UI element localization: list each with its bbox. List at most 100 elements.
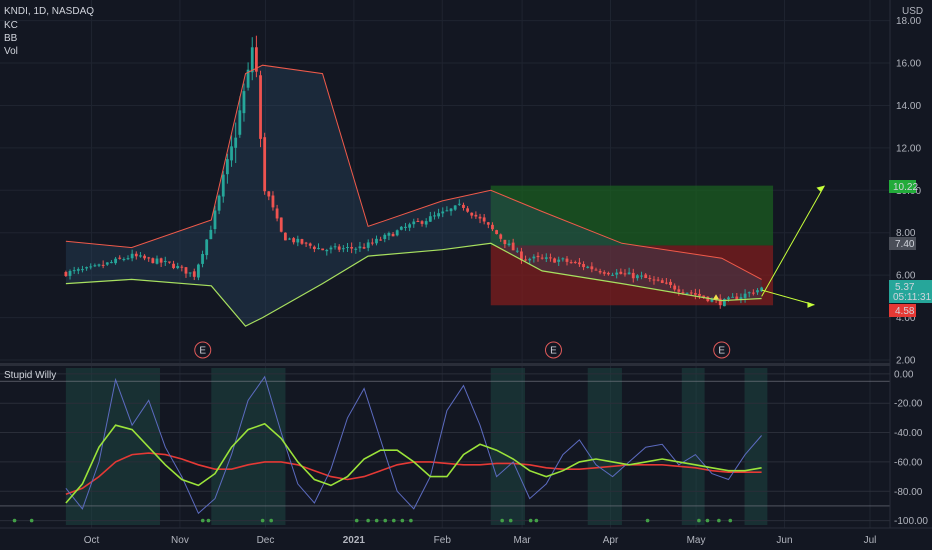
candle-body <box>424 221 428 225</box>
candle-body <box>379 239 383 241</box>
candle-body <box>536 255 540 258</box>
oscillator-tick-label: -100.00 <box>894 516 928 527</box>
candle-body <box>184 267 188 274</box>
candle-body <box>615 272 619 275</box>
candle-body <box>573 261 577 263</box>
oscillator-title[interactable]: Stupid Willy <box>4 370 56 381</box>
candle-body <box>685 292 689 294</box>
candle-body <box>370 242 374 244</box>
candle-body <box>495 230 498 235</box>
candle-body <box>288 238 291 240</box>
time-tick-label: 2021 <box>343 535 366 546</box>
oscillator-signal-dot <box>366 518 370 523</box>
candle-body <box>250 47 254 73</box>
pane-divider[interactable] <box>0 363 890 366</box>
candle-body <box>727 297 730 300</box>
price-tick-label: 16.00 <box>896 59 921 70</box>
candle-body <box>561 258 565 260</box>
candle-body <box>163 260 167 262</box>
candle-body <box>151 258 155 264</box>
candle-body <box>238 110 242 135</box>
oscillator-zone <box>211 368 286 525</box>
candle-body <box>159 258 163 263</box>
candle-body <box>234 137 238 148</box>
oscillator-signal-dot <box>508 518 513 523</box>
candle-body <box>225 159 229 175</box>
candle-body <box>176 266 180 269</box>
oscillator-signal-dot <box>269 518 273 523</box>
candle-body <box>89 266 93 268</box>
candle-body <box>300 239 304 244</box>
oscillator-zone <box>681 368 705 525</box>
candle-body <box>491 224 494 230</box>
price-tick-label: 2.00 <box>896 356 916 367</box>
candle-body <box>731 296 735 298</box>
candle-body <box>209 229 213 240</box>
candle-body <box>503 239 507 245</box>
oscillator-signal-dot <box>29 518 34 523</box>
candle-body <box>590 266 594 270</box>
candle-body <box>449 208 453 212</box>
oscillator-signal-dot <box>374 518 379 523</box>
candle-body <box>341 248 345 250</box>
candle-body <box>428 216 432 222</box>
time-tick-label: Apr <box>603 535 619 546</box>
candle-body <box>267 191 271 197</box>
candle-body <box>172 263 175 269</box>
candle-body <box>528 258 532 261</box>
candle-body <box>337 246 341 250</box>
candle-body <box>325 249 329 252</box>
candle-body <box>399 226 403 230</box>
candle-body <box>602 272 606 274</box>
candle-body <box>114 258 117 264</box>
candle-body <box>586 266 590 268</box>
candle-body <box>648 277 652 279</box>
candle-body <box>230 146 233 161</box>
candle-body <box>197 264 200 278</box>
indicator-kc[interactable]: KC <box>4 20 18 31</box>
candle-body <box>693 293 697 295</box>
candle-body <box>698 293 701 296</box>
candle-body <box>308 243 312 246</box>
entry-price-tag: 7.40 <box>889 237 916 250</box>
candle-body <box>433 215 436 217</box>
candle-body <box>565 258 569 262</box>
target-price-label: 10.22 <box>893 182 918 193</box>
candle-body <box>358 246 362 249</box>
candle-body <box>408 224 412 228</box>
candle-body <box>263 137 267 192</box>
oscillator-signal-dot <box>717 518 721 523</box>
indicator-bb[interactable]: BB <box>4 33 18 44</box>
candle-body <box>412 221 416 225</box>
chart-canvas[interactable]: EEE KNDI, 1D, NASDAQ KC BB Vol USD Stupi… <box>0 0 932 550</box>
oscillator-zone <box>744 368 768 525</box>
candle-body <box>321 248 325 251</box>
candle-body <box>677 289 681 292</box>
candle-body <box>549 257 552 259</box>
oscillator-signal-dot <box>354 518 359 523</box>
candle-body <box>122 259 126 261</box>
candle-body <box>213 210 217 230</box>
candle-body <box>346 247 349 249</box>
candle-body <box>139 255 142 257</box>
candle-body <box>544 257 548 259</box>
candle-body <box>598 271 602 273</box>
time-tick-label: Oct <box>84 535 100 546</box>
time-tick-label: May <box>687 535 706 546</box>
candle-body <box>64 272 68 276</box>
candle-body <box>582 264 585 268</box>
candle-body <box>391 233 395 237</box>
symbol-line: KNDI, 1D, NASDAQ <box>4 6 94 17</box>
time-tick-label: Mar <box>514 535 532 546</box>
stop-price-label: 4.58 <box>895 306 915 317</box>
candle-body <box>470 212 474 216</box>
candle-body <box>85 267 88 269</box>
candle-body <box>673 285 677 290</box>
candle-body <box>756 290 759 293</box>
candle-body <box>317 248 320 250</box>
oscillator-tick-label: -80.00 <box>894 487 923 498</box>
indicator-vol[interactable]: Vol <box>4 46 18 57</box>
candle-body <box>93 265 97 267</box>
current-price-tag: 5.37 05:11:31 <box>889 280 932 303</box>
candle-body <box>333 246 337 248</box>
